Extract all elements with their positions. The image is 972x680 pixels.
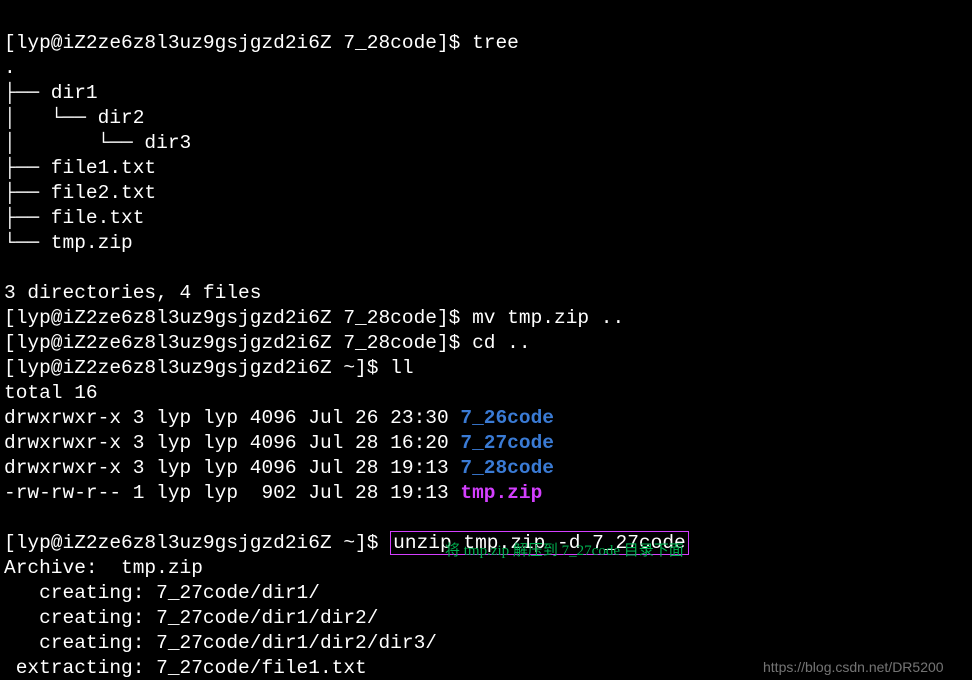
tree-branch: │ └── dir2 (4, 107, 144, 129)
ll-row: drwxrwxr-x 3 lyp lyp 4096 Jul 28 16:20 7… (4, 432, 554, 454)
tree-branch: └── tmp.zip (4, 232, 133, 254)
prompt: [lyp@iZ2ze6z8l3uz9gsjgzd2i6Z 7_28code]$ (4, 332, 472, 354)
prompt: [lyp@iZ2ze6z8l3uz9gsjgzd2i6Z 7_28code]$ (4, 307, 472, 329)
prompt: [lyp@iZ2ze6z8l3uz9gsjgzd2i6Z ~]$ (4, 532, 390, 554)
unzip-output-line: creating: 7_27code/dir1/dir2/dir3/ (4, 632, 437, 654)
prompt: [lyp@iZ2ze6z8l3uz9gsjgzd2i6Z 7_28code]$ (4, 32, 472, 54)
tree-branch: ├── file1.txt (4, 157, 156, 179)
tree-summary: 3 directories, 4 files (4, 282, 261, 304)
tree-branch: ├── file.txt (4, 207, 144, 229)
unzip-archive: Archive: tmp.zip (4, 557, 203, 579)
annotation-text: 将 tmp.zip 解压到 7_27code 目录下面 (445, 539, 684, 564)
tree-branch: ├── file2.txt (4, 182, 156, 204)
ll-row: -rw-rw-r-- 1 lyp lyp 902 Jul 28 19:13 tm… (4, 482, 542, 504)
tree-root: . (4, 57, 16, 79)
ll-row-perms: -rw-rw-r-- 1 lyp lyp 902 Jul 28 19:13 (4, 482, 460, 504)
ll-row-name: 7_27code (460, 432, 554, 454)
tree-branch: │ └── dir3 (4, 132, 191, 154)
unzip-output-line: creating: 7_27code/dir1/dir2/ (4, 607, 378, 629)
watermark-text: https://blog.csdn.net/DR5200 (763, 655, 944, 680)
cmd-ll: ll (390, 357, 413, 379)
prompt: [lyp@iZ2ze6z8l3uz9gsjgzd2i6Z ~]$ (4, 357, 390, 379)
cmd-tree: tree (472, 32, 519, 54)
unzip-output-line: extracting: 7_27code/file1.txt (4, 657, 367, 679)
cmd-cd: cd .. (472, 332, 531, 354)
unzip-output-line: creating: 7_27code/dir1/ (4, 582, 320, 604)
ll-row-name: 7_26code (460, 407, 554, 429)
ll-row-perms: drwxrwxr-x 3 lyp lyp 4096 Jul 28 19:13 (4, 457, 460, 479)
cmd-mv: mv tmp.zip .. (472, 307, 624, 329)
tree-branch: ├── dir1 (4, 82, 98, 104)
ll-row: drwxrwxr-x 3 lyp lyp 4096 Jul 28 19:13 7… (4, 457, 554, 479)
ll-row-name: 7_28code (460, 457, 554, 479)
ll-row-perms: drwxrwxr-x 3 lyp lyp 4096 Jul 28 16:20 (4, 432, 460, 454)
ll-total: total 16 (4, 382, 98, 404)
ll-row-name: tmp.zip (460, 482, 542, 504)
ll-row: drwxrwxr-x 3 lyp lyp 4096 Jul 26 23:30 7… (4, 407, 554, 429)
ll-row-perms: drwxrwxr-x 3 lyp lyp 4096 Jul 26 23:30 (4, 407, 460, 429)
terminal-window[interactable]: [lyp@iZ2ze6z8l3uz9gsjgzd2i6Z 7_28code]$ … (0, 0, 972, 680)
